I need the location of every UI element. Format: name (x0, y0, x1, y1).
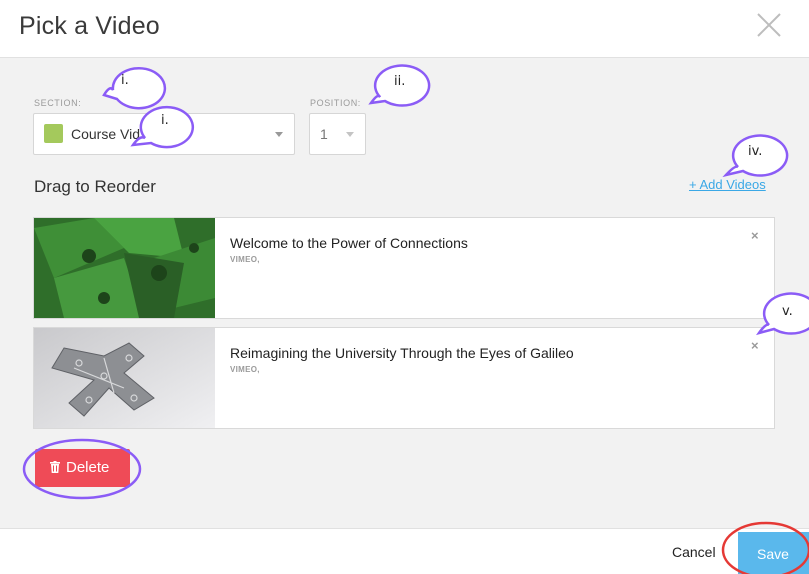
callout-label: iv. (748, 144, 763, 159)
delete-button[interactable]: Delete (35, 449, 130, 487)
add-videos-link[interactable]: + Add Videos (689, 177, 766, 192)
callout-label: ii. (394, 74, 406, 89)
save-button-label: Save (757, 546, 789, 562)
modal-header: Pick a Video (0, 0, 809, 58)
remove-video-icon[interactable]: × (751, 338, 759, 353)
chevron-down-icon (346, 132, 354, 137)
section-label: SECTION: (34, 98, 82, 108)
callout-label: v. (782, 304, 793, 319)
video-source: VIMEO, (230, 365, 260, 374)
trash-icon (50, 461, 60, 473)
video-list-item[interactable]: Welcome to the Power of Connections VIME… (33, 217, 775, 319)
video-list-item[interactable]: Reimagining the University Through the E… (33, 327, 775, 429)
position-select-value: 1 (320, 126, 328, 142)
cancel-button[interactable]: Cancel (672, 544, 716, 560)
video-source: VIMEO, (230, 255, 260, 264)
callout-label: i. (121, 73, 129, 88)
video-thumbnail (34, 328, 215, 428)
chevron-down-icon (275, 132, 283, 137)
position-select[interactable]: 1 (309, 113, 366, 155)
section-color-swatch (44, 124, 63, 143)
remove-video-icon[interactable]: × (751, 228, 759, 243)
list-heading: Drag to Reorder (34, 177, 156, 196)
close-icon[interactable] (756, 12, 782, 38)
video-thumbnail (34, 218, 215, 318)
position-label: POSITION: (310, 98, 361, 108)
modal-footer: Cancel Save (0, 528, 809, 574)
callout-label: i. (161, 113, 169, 128)
delete-button-label: Delete (66, 459, 110, 476)
save-button[interactable]: Save (738, 532, 809, 574)
dialog-title: Pick a Video (19, 12, 160, 40)
section-select-value: Course Vid (71, 126, 141, 142)
video-title: Welcome to the Power of Connections (230, 235, 468, 251)
video-title: Reimagining the University Through the E… (230, 345, 574, 361)
